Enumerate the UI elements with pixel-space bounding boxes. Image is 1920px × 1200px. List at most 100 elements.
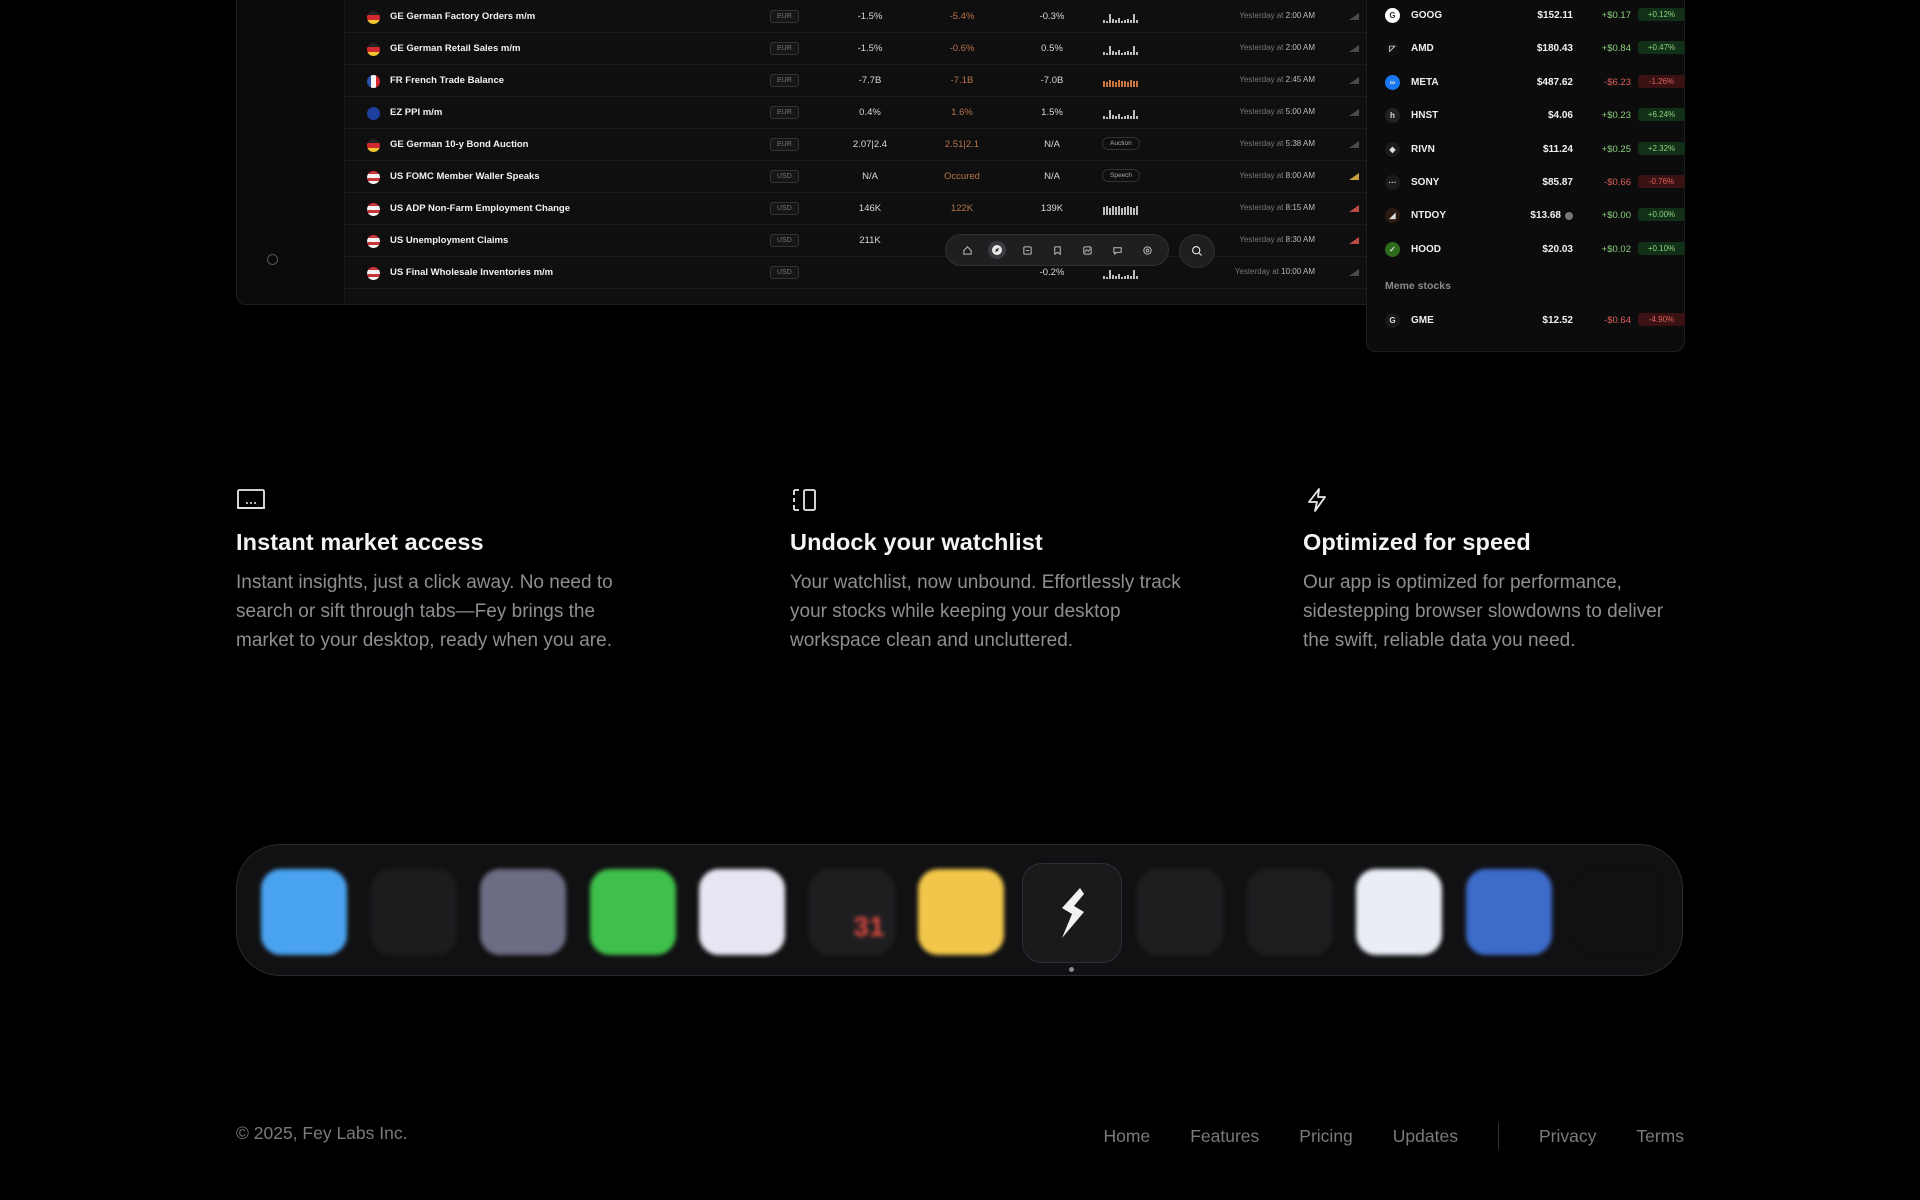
currency-badge: EUR: [770, 138, 799, 151]
meta-icon: ∞: [1385, 74, 1400, 90]
ticker-price: $20.03: [1542, 243, 1573, 255]
forecast-value: -5.4%: [949, 11, 975, 22]
perplexity-app-icon[interactable]: [1575, 869, 1661, 955]
currency-badge: EUR: [770, 10, 799, 23]
calendar-row[interactable]: US FOMC Member Waller Speaks USD N/A Occure…: [345, 161, 1377, 193]
footer-link-privacy[interactable]: Privacy: [1539, 1126, 1596, 1147]
ticker-price-wrap: $20.03: [1481, 244, 1573, 255]
feature-title: Instant market access: [236, 529, 484, 555]
ticker-symbol: SONY: [1411, 177, 1440, 188]
watchlist-row[interactable]: G GOOG $152.11 +$0.17 +0.12%: [1385, 6, 1685, 26]
event-time: Yesterday at 5:38 AM: [1185, 139, 1315, 148]
watchlist-row[interactable]: ◆ RIVN $11.24 +$0.25 +2.32%: [1385, 140, 1685, 160]
vscode-app-icon[interactable]: [1356, 869, 1442, 955]
rail-status-icon[interactable]: [267, 254, 278, 265]
maps-app-icon[interactable]: [1246, 869, 1333, 955]
actual-value: N/A: [862, 171, 878, 182]
calendar-row[interactable]: FR French Trade Balance EUR -7.7B -7.1B -7.0…: [345, 65, 1377, 97]
settings-icon[interactable]: [1138, 241, 1156, 259]
event-time: Yesterday at 2:00 AM: [1185, 11, 1315, 20]
ticker-price-wrap: $12.52: [1481, 315, 1573, 326]
event-time-day: Yesterday at: [1239, 107, 1284, 116]
actual-value: 211K: [859, 235, 881, 246]
watchlist-row[interactable]: G GME $12.52 -$0.64 -4.90%: [1385, 311, 1685, 331]
event-time: Yesterday at 8:00 AM: [1185, 171, 1315, 180]
flag-us-icon: [367, 203, 380, 216]
footer-link-home[interactable]: Home: [1104, 1126, 1151, 1147]
history-sparkline: [1103, 201, 1139, 215]
footer-link-pricing[interactable]: Pricing: [1299, 1126, 1353, 1147]
watchlist-row[interactable]: h HNST $4.06 +$0.23 +6.24%: [1385, 106, 1685, 126]
stacks-app-icon[interactable]: [370, 869, 457, 955]
ticker-change-percent: +0.00%: [1638, 208, 1685, 222]
watchlist-row[interactable]: ◸ AMD $180.43 +$0.84 +0.47%: [1385, 39, 1685, 59]
figma-app-icon[interactable]: [1137, 869, 1223, 955]
calendar-row[interactable]: EZ PPI m/m EUR 0.4% 1.6% 1.5% Yesterday at 5:…: [345, 97, 1377, 129]
event-type-tag: Speech: [1102, 169, 1141, 182]
flag-eu-icon: [367, 107, 380, 120]
calendar-row[interactable]: US ADP Non-Farm Employment Change USD 146K…: [345, 193, 1377, 225]
watchlist-row[interactable]: ∞ META $487.62 -$6.23 -1.26%: [1385, 73, 1685, 93]
ticker-price: $12.52: [1542, 315, 1573, 326]
feature-description: Our app is optimized for performance, si…: [1303, 572, 1664, 651]
event-name: GE German 10-y Bond Auction: [390, 139, 529, 150]
chart-icon[interactable]: [1078, 241, 1096, 259]
footer-link-terms[interactable]: Terms: [1636, 1126, 1684, 1147]
flag-us-icon: [367, 267, 380, 280]
event-time-value: 5:38 AM: [1285, 139, 1315, 148]
ticker-change: -$0.64: [1604, 315, 1631, 326]
ticker-symbol: AMD: [1411, 43, 1434, 55]
ticker-change: +$0.00: [1601, 210, 1631, 222]
calendar-row[interactable]: GE German Retail Sales m/m EUR -1.5% -0.6% 0…: [345, 33, 1377, 65]
impact-signal-icon: [1348, 76, 1360, 85]
event-time: Yesterday at 5:00 AM: [1185, 107, 1315, 116]
footer-link-updates[interactable]: Updates: [1393, 1126, 1458, 1147]
notes-app-icon[interactable]: [918, 869, 1004, 955]
home-icon[interactable]: [958, 241, 976, 259]
ticker-change: +$0.25: [1601, 143, 1631, 155]
sidebar-panel-icon: [790, 487, 820, 513]
history-sparkline: [1103, 73, 1139, 87]
ticker-price-wrap: $85.87: [1481, 177, 1573, 188]
ticker-price-wrap: $180.43: [1481, 43, 1573, 54]
watchlist-row[interactable]: ◢ NTDOY $13.68 +$0.00 +0.00%: [1385, 206, 1685, 226]
calendar-row[interactable]: US Unemployment ClaimsUSD211K201K214KYes…: [345, 225, 1377, 257]
forecast-value: 122K: [950, 203, 974, 214]
event-time-value: 8:30 AM: [1285, 235, 1315, 244]
calendar-app-icon[interactable]: 31: [808, 869, 895, 955]
linear-app-icon[interactable]: [1465, 869, 1552, 955]
previous-value: 0.5%: [1041, 43, 1063, 54]
news-icon[interactable]: [1018, 241, 1036, 259]
finder-app-icon[interactable]: [261, 869, 347, 955]
compass-icon[interactable]: [988, 241, 1006, 259]
bookmark-icon[interactable]: [1048, 241, 1066, 259]
impact-signal-icon: [1348, 172, 1360, 181]
footer-link-features[interactable]: Features: [1190, 1126, 1259, 1147]
messages-app-icon[interactable]: [589, 869, 676, 955]
calendar-row[interactable]: GE German 10-y Bond Auction EUR 2.07|2.4 2.…: [345, 129, 1377, 161]
watchlist-row[interactable]: ✓ HOOD $20.03 +$0.02 +0.10%: [1385, 240, 1685, 260]
fey-app-icon[interactable]: [1021, 863, 1122, 963]
message-icon[interactable]: [1108, 241, 1126, 259]
feature-undock-watchlist: Undock your watchlist Your watchlist, no…: [790, 487, 1210, 655]
ticker-change-percent: +0.47%: [1638, 41, 1685, 55]
ticker-price: $180.43: [1536, 43, 1573, 55]
search-icon[interactable]: [1179, 234, 1215, 268]
arc-app-icon[interactable]: [480, 869, 566, 955]
calendar-row[interactable]: US Final Wholesale Inventories m/m USD -0.…: [345, 257, 1377, 289]
currency-badge: EUR: [770, 74, 799, 87]
watchlist-panel: G GOOG $152.11 +$0.17 +0.12% ◸ AMD $180.43 +$0.8…: [1366, 0, 1685, 352]
event-type-tag: Auction: [1102, 137, 1140, 150]
event-time-value: 2:00 AM: [1285, 11, 1315, 20]
actual-value: 0.4%: [859, 107, 881, 118]
previous-value: 1.5%: [1041, 107, 1063, 118]
event-name: GE German Factory Orders m/m: [390, 11, 536, 22]
forecast-value: 2.51|2.1: [944, 139, 980, 150]
footer-copyright: © 2025, Fey Labs Inc.: [236, 1123, 408, 1143]
chat-app-icon[interactable]: [699, 869, 785, 955]
actual-value: 146K: [858, 203, 882, 214]
watchlist-row[interactable]: ··· SONY $85.87 -$0.66 -0.76%: [1385, 173, 1685, 193]
robinhood-icon: ✓: [1385, 241, 1400, 257]
laptop-icon: [236, 487, 266, 513]
calendar-row[interactable]: GE German Factory Orders m/m EUR -1.5% -5.4…: [345, 1, 1377, 33]
